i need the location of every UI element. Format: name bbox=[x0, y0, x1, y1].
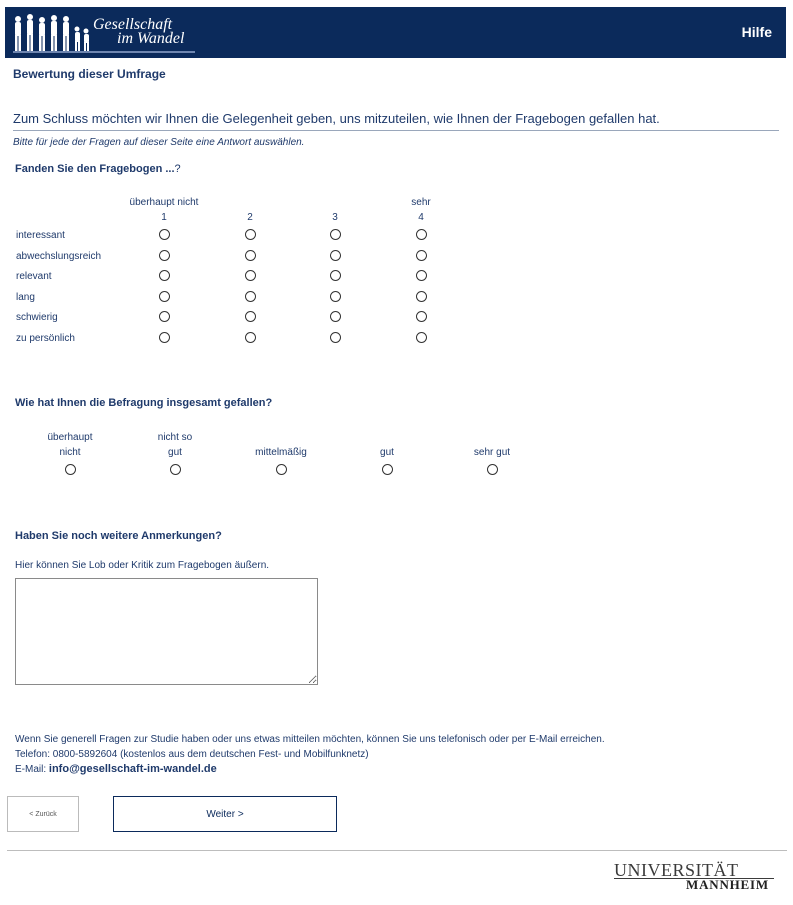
intro-text: Zum Schluss möchten wir Ihnen die Gelege… bbox=[13, 111, 660, 126]
radio-schwierig-1[interactable] bbox=[159, 311, 170, 322]
radio-lang-2[interactable] bbox=[245, 291, 256, 302]
radio-abwechslungsreich-1[interactable] bbox=[159, 250, 170, 261]
radio-abwechslungsreich-4[interactable] bbox=[416, 250, 427, 261]
radio-schwierig-4[interactable] bbox=[416, 311, 427, 322]
radio-interessant-4[interactable] bbox=[416, 229, 427, 240]
radio-interessant-2[interactable] bbox=[245, 229, 256, 240]
radio-schwierig-2[interactable] bbox=[245, 311, 256, 322]
radio-relevant-1[interactable] bbox=[159, 270, 170, 281]
radio-overall-1[interactable] bbox=[65, 464, 76, 475]
logo-text-line2: im Wandel bbox=[117, 30, 185, 47]
option-label-line2: gut bbox=[168, 447, 182, 458]
university-logo-line2: MANNHEIM bbox=[686, 877, 769, 892]
radio-overall-2[interactable] bbox=[170, 464, 181, 475]
radio-zu-persoenlich-2[interactable] bbox=[245, 332, 256, 343]
row-label-interessant: interessant bbox=[16, 230, 65, 241]
option-label-line2: nicht bbox=[59, 447, 81, 458]
divider bbox=[13, 130, 779, 131]
scale-number-1: 1 bbox=[161, 212, 167, 223]
radio-schwierig-3[interactable] bbox=[330, 311, 341, 322]
radio-lang-3[interactable] bbox=[330, 291, 341, 302]
contact-email[interactable]: info@gesellschaft-im-wandel.de bbox=[49, 763, 217, 775]
option-label-line1: überhaupt bbox=[47, 432, 93, 443]
radio-abwechslungsreich-3[interactable] bbox=[330, 250, 341, 261]
row-label-abwechslungsreich: abwechslungsreich bbox=[16, 251, 102, 262]
next-button[interactable]: Weiter > bbox=[113, 796, 337, 832]
radio-relevant-4[interactable] bbox=[416, 270, 427, 281]
scale-low-label: überhaupt nicht bbox=[129, 197, 199, 208]
comment-hint: Hier können Sie Lob oder Kritik zum Frag… bbox=[15, 560, 270, 571]
comment-textarea[interactable] bbox=[15, 578, 318, 685]
contact-line2: Telefon: 0800-5892604 (kostenlos aus dem… bbox=[15, 749, 369, 760]
header-bar: Gesellschaft im Wandel Hilfe bbox=[5, 7, 786, 58]
radio-interessant-1[interactable] bbox=[159, 229, 170, 240]
back-button[interactable]: < Zurück bbox=[7, 796, 79, 832]
scale-high-label: sehr bbox=[411, 197, 431, 208]
option-label-mittelmaessig: mittelmäßig bbox=[255, 447, 307, 458]
instruction-text: Bitte für jede der Fragen auf dieser Sei… bbox=[13, 137, 305, 148]
radio-abwechslungsreich-2[interactable] bbox=[245, 250, 256, 261]
question-2-title: Wie hat Ihnen die Befragung insgesamt ge… bbox=[15, 397, 273, 409]
radio-relevant-2[interactable] bbox=[245, 270, 256, 281]
option-label-nicht-so-gut: nicht so gut bbox=[125, 430, 225, 460]
radio-overall-3[interactable] bbox=[276, 464, 287, 475]
radio-lang-1[interactable] bbox=[159, 291, 170, 302]
radio-zu-persoenlich-3[interactable] bbox=[330, 332, 341, 343]
radio-lang-4[interactable] bbox=[416, 291, 427, 302]
radio-relevant-3[interactable] bbox=[330, 270, 341, 281]
question-1-text: Fanden Sie den Fragebogen ... bbox=[15, 163, 175, 175]
page-title: Bewertung dieser Umfrage bbox=[13, 67, 166, 81]
question-1-suffix: ? bbox=[174, 163, 181, 175]
contact-info: Wenn Sie generell Fragen zur Studie habe… bbox=[15, 732, 605, 777]
option-label-sehr-gut: sehr gut bbox=[473, 447, 511, 458]
contact-email-label: E-Mail: bbox=[15, 764, 47, 775]
help-link[interactable]: Hilfe bbox=[742, 24, 772, 40]
contact-line1: Wenn Sie generell Fragen zur Studie habe… bbox=[15, 734, 605, 745]
question-1-title: Fanden Sie den Fragebogen ...? bbox=[15, 163, 181, 175]
scale-number-3: 3 bbox=[332, 212, 338, 223]
row-label-relevant: relevant bbox=[16, 271, 52, 282]
radio-interessant-3[interactable] bbox=[330, 229, 341, 240]
row-label-schwierig: schwierig bbox=[16, 312, 58, 323]
option-label-ueberhaupt-nicht: überhaupt nicht bbox=[20, 430, 120, 460]
row-label-lang: lang bbox=[16, 292, 35, 303]
option-label-line1: nicht so bbox=[157, 432, 193, 443]
contact-email-row: E-Mail: info@gesellschaft-im-wandel.de bbox=[15, 762, 605, 777]
radio-zu-persoenlich-1[interactable] bbox=[159, 332, 170, 343]
scale-number-4: 4 bbox=[418, 212, 424, 223]
footer-divider bbox=[7, 850, 787, 851]
row-label-zu-persoenlich: zu persönlich bbox=[16, 333, 75, 344]
scale-number-2: 2 bbox=[247, 212, 253, 223]
option-label-gut: gut bbox=[380, 447, 394, 458]
radio-overall-5[interactable] bbox=[487, 464, 498, 475]
radio-zu-persoenlich-4[interactable] bbox=[416, 332, 427, 343]
radio-overall-4[interactable] bbox=[382, 464, 393, 475]
question-3-title: Haben Sie noch weitere Anmerkungen? bbox=[15, 530, 222, 542]
